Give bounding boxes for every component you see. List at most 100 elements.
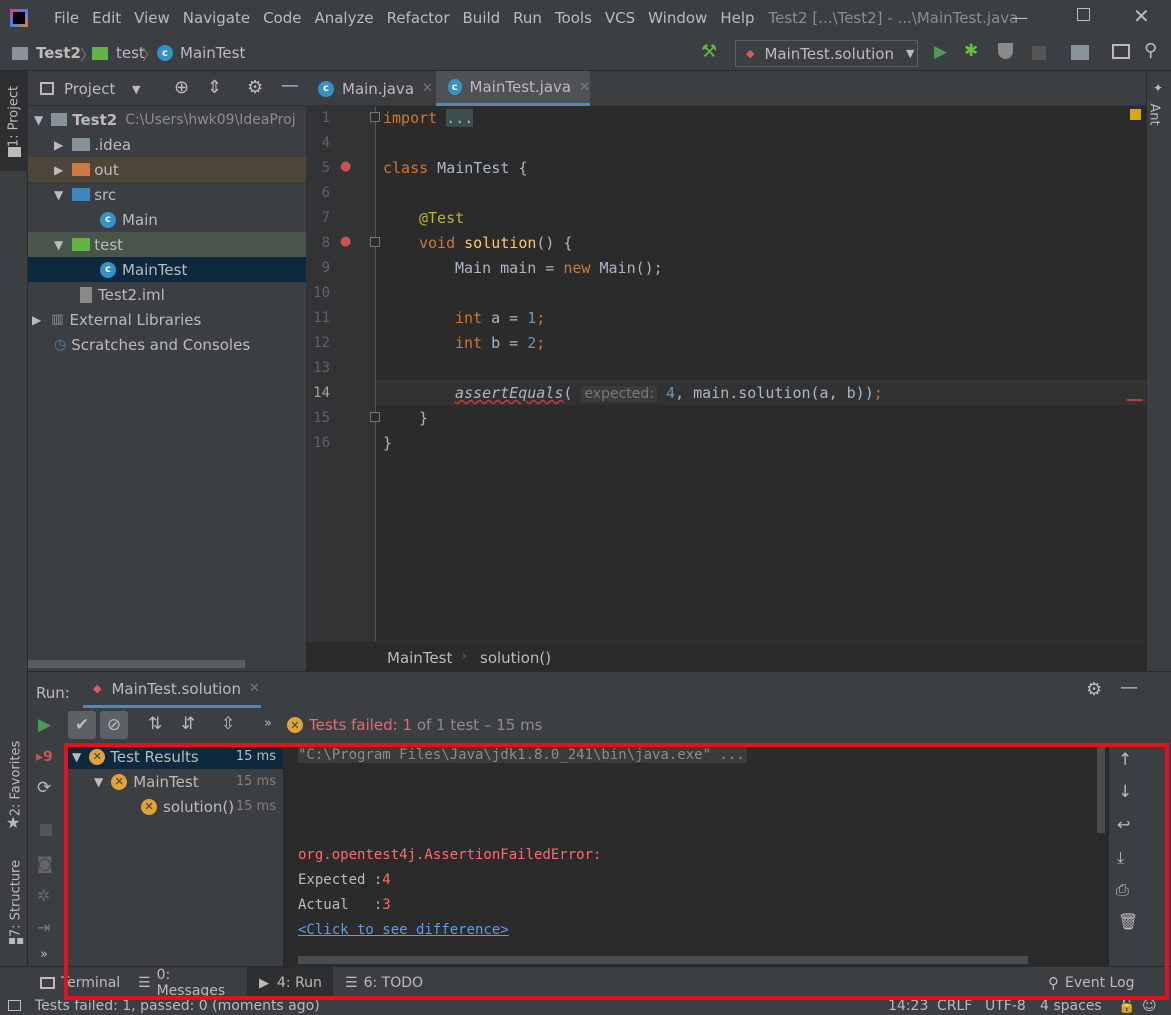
settings-icon[interactable]: ✲	[37, 886, 50, 905]
lock-icon[interactable]: 🔓	[1118, 998, 1135, 1014]
todo-tab[interactable]: ☰ 6: TODO	[337, 967, 427, 999]
menu-build[interactable]: Build	[463, 9, 501, 27]
hide-panel-icon[interactable]: —	[281, 75, 299, 96]
run-icon[interactable]: ▶	[934, 42, 947, 62]
menu-edit[interactable]: Edit	[92, 9, 121, 27]
camera-icon[interactable]: ◙	[37, 854, 53, 873]
menu-file[interactable]: File	[54, 9, 79, 27]
close-button[interactable]: ✕	[1133, 4, 1150, 28]
toggle-tool-windows-icon[interactable]	[8, 1000, 21, 1011]
caret-position[interactable]: 14:23	[888, 998, 928, 1014]
build-hammer-icon[interactable]: ⚒	[701, 41, 717, 62]
more-icon[interactable]: »	[264, 716, 272, 731]
horizontal-scrollbar[interactable]	[298, 956, 1028, 964]
menu-tools[interactable]: Tools	[555, 9, 592, 27]
terminal-tab[interactable]: Terminal	[34, 967, 124, 999]
coverage-icon[interactable]	[998, 43, 1013, 59]
tree-item-external-libraries[interactable]: ▶ ▥ External Libraries	[28, 307, 306, 332]
toggle-auto-test-icon[interactable]: ⟳	[37, 778, 51, 798]
fold-icon[interactable]	[370, 237, 380, 247]
tab-maintest-java[interactable]: c MainTest.java ✕	[436, 71, 590, 106]
test-tree-row[interactable]: ▼ ✕ Test Results 15 ms	[68, 744, 283, 769]
menu-analyze[interactable]: Analyze	[314, 9, 373, 27]
menu-vcs[interactable]: VCS	[605, 9, 635, 27]
exit-icon[interactable]: ⇥	[37, 918, 50, 937]
rerun-icon[interactable]: ▶	[38, 715, 51, 735]
tree-item-idea[interactable]: ▶ .idea	[28, 132, 306, 157]
menu-navigate[interactable]: Navigate	[183, 9, 250, 27]
indent-setting[interactable]: 4 spaces	[1040, 998, 1102, 1014]
close-tab-icon[interactable]: ✕	[422, 81, 433, 96]
debug-icon[interactable]: ✱	[964, 41, 978, 61]
ant-tool-tab[interactable]: Ant	[1147, 103, 1162, 125]
breadcrumb-file[interactable]: MainTest	[180, 44, 245, 62]
menu-run[interactable]: Run	[513, 9, 542, 27]
scroll-to-end-icon[interactable]: ⤓	[1117, 848, 1124, 868]
menu-help[interactable]: Help	[720, 9, 754, 27]
chevron-down-icon[interactable]: ▼	[132, 83, 140, 96]
tree-item-iml[interactable]: Test2.iml	[28, 282, 306, 307]
test-tree-row[interactable]: ▼ ✕ MainTest 15 ms	[68, 769, 283, 794]
down-arrow-icon[interactable]: ↓	[1118, 782, 1132, 802]
run-tab[interactable]: ◆ MainTest.solution ✕	[83, 672, 261, 708]
show-ignored-button[interactable]: ⊘	[100, 711, 128, 739]
trash-icon[interactable]: 🗑	[1118, 912, 1138, 931]
rerun-failed-icon[interactable]: ▸9	[36, 749, 53, 765]
menu-view[interactable]: View	[134, 9, 170, 27]
tree-item-root[interactable]: ▼ Test2 C:\Users\hwk09\IdeaProj	[28, 107, 306, 132]
run-test-gutter-icon[interactable]: ●	[340, 159, 351, 174]
status-message[interactable]: Tests failed: 1, passed: 0 (moments ago)	[35, 998, 320, 1014]
messages-tab[interactable]: ☰ 0: Messages	[130, 967, 242, 999]
close-tab-icon[interactable]: ✕	[579, 80, 590, 95]
tree-item-src[interactable]: ▼ src	[28, 182, 306, 207]
menu-refactor[interactable]: Refactor	[387, 9, 450, 27]
horizontal-scrollbar[interactable]	[28, 660, 245, 668]
console-command-line[interactable]: "C:\Program Files\Java\jdk1.8.0_241\bin\…	[298, 747, 747, 763]
hide-panel-icon[interactable]: —	[1120, 677, 1138, 698]
stop-icon[interactable]	[1032, 46, 1046, 60]
terminal-window-icon[interactable]	[1112, 44, 1130, 59]
locate-icon[interactable]: ⊕	[174, 77, 189, 98]
fold-icon[interactable]	[370, 112, 380, 122]
tree-item-scratches[interactable]: ◷ Scratches and Consoles	[28, 332, 306, 357]
tree-item-maintest[interactable]: c MainTest	[28, 257, 306, 282]
expand-all-icon[interactable]: ⇳	[221, 714, 235, 734]
run-config-selector[interactable]: ◆ MainTest.solution ▼	[735, 40, 918, 67]
breadcrumb-class[interactable]: MainTest	[387, 649, 452, 667]
search-icon[interactable]: ⚲	[1144, 40, 1157, 61]
sort-duration-icon[interactable]: ⇵	[181, 714, 195, 734]
up-arrow-icon[interactable]: ↑	[1118, 750, 1132, 770]
collapse-all-icon[interactable]: ⇕	[207, 77, 222, 98]
see-difference-link[interactable]: <Click to see difference>	[298, 922, 509, 938]
file-encoding[interactable]: UTF-8	[985, 998, 1026, 1014]
gear-icon[interactable]: ⚙	[1086, 679, 1102, 700]
folded-import[interactable]: ...	[446, 109, 474, 127]
gear-icon[interactable]: ⚙	[247, 77, 263, 98]
inspector-icon[interactable]: ☺	[1142, 998, 1157, 1014]
vertical-scrollbar[interactable]	[1097, 745, 1105, 833]
tree-item-test[interactable]: ▼ test	[28, 232, 306, 257]
close-tab-icon[interactable]: ✕	[249, 681, 260, 696]
sort-alpha-icon[interactable]: ⇅	[148, 714, 162, 734]
run-tool-tab[interactable]: ▶ 4: Run	[247, 967, 333, 999]
project-view-selector[interactable]: Project	[64, 80, 115, 98]
menu-code[interactable]: Code	[263, 9, 301, 27]
breadcrumb-method[interactable]: solution()	[480, 649, 551, 667]
tree-item-out[interactable]: ▶ out	[28, 157, 306, 182]
show-passed-button[interactable]: ✔	[68, 711, 96, 739]
minimize-button[interactable]: —	[1012, 8, 1028, 27]
test-tree-row[interactable]: ✕ solution() 15 ms	[68, 794, 283, 819]
menu-window[interactable]: Window	[648, 9, 707, 27]
maximize-button[interactable]	[1077, 8, 1090, 21]
inspection-warning-icon[interactable]	[1130, 109, 1141, 120]
project-structure-icon[interactable]	[1071, 45, 1089, 60]
tree-item-main[interactable]: c Main	[28, 207, 306, 232]
line-separator[interactable]: CRLF	[937, 998, 972, 1014]
breadcrumb-folder[interactable]: test	[116, 44, 145, 62]
breadcrumb-project[interactable]: Test2	[36, 44, 81, 62]
fold-icon[interactable]	[370, 412, 380, 422]
print-icon[interactable]: ⎙	[1116, 880, 1129, 900]
console-output[interactable]: "C:\Program Files\Java\jdk1.8.0_241\bin\…	[283, 743, 1109, 967]
more-icon[interactable]: »	[40, 947, 48, 962]
run-test-gutter-icon[interactable]: ●	[340, 234, 351, 249]
